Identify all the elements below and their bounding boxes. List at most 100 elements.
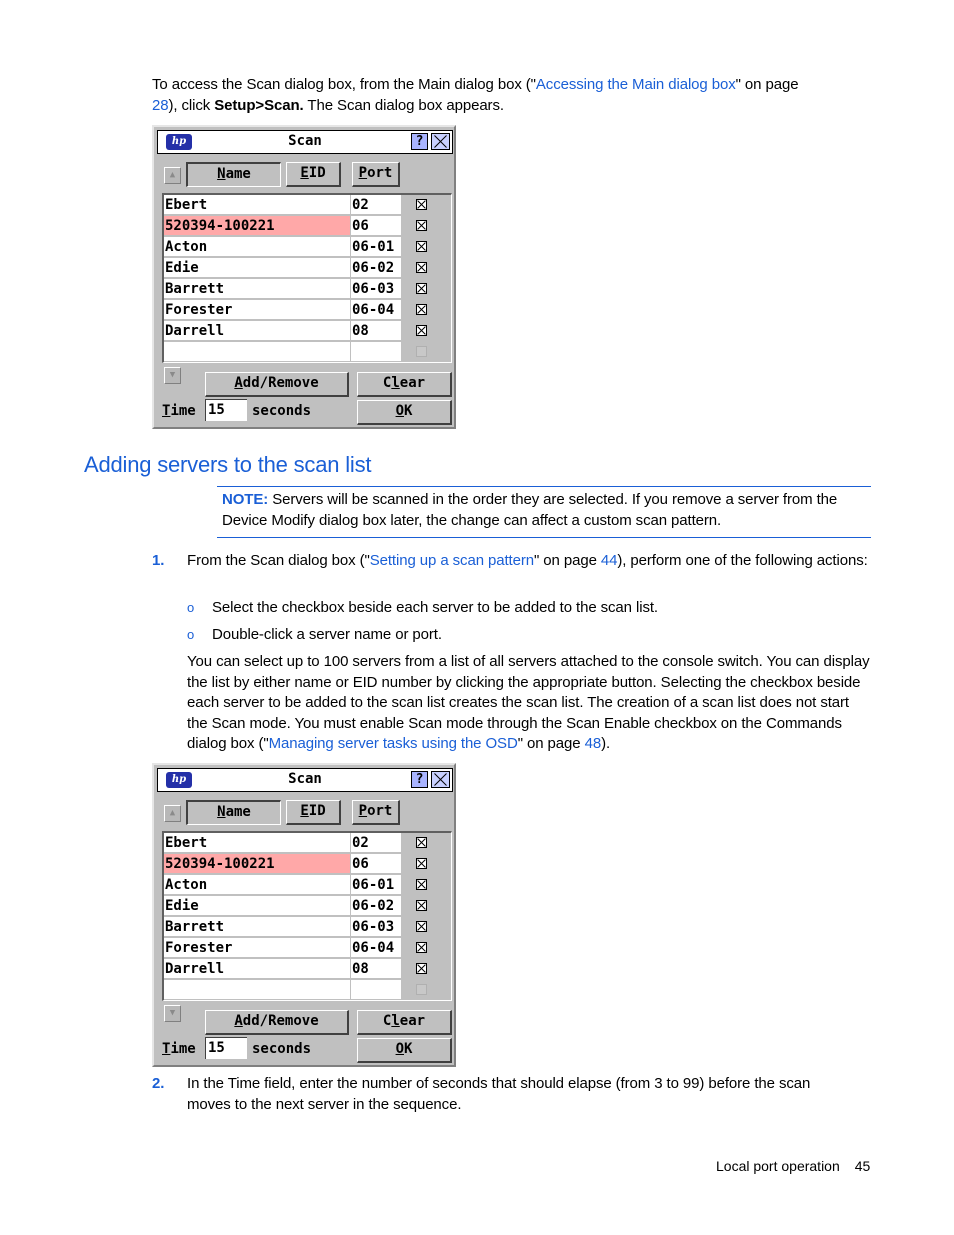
server-eid[interactable]: 06-04: [351, 938, 401, 958]
close-button[interactable]: [431, 771, 450, 788]
mnemonic: A: [234, 1013, 243, 1029]
button-label: dd/Remove: [242, 375, 319, 391]
ok-button[interactable]: OK: [357, 400, 452, 425]
server-eid[interactable]: 06-02: [351, 896, 401, 916]
sort-by-eid-button[interactable]: EID: [286, 800, 341, 825]
scroll-up-button[interactable]: ▲: [164, 805, 181, 822]
time-input[interactable]: 15: [205, 1037, 247, 1059]
server-row[interactable]: Forester 06-04: [164, 300, 451, 321]
server-eid[interactable]: [351, 342, 401, 362]
server-name[interactable]: Ebert: [164, 833, 350, 853]
server-eid[interactable]: 08: [351, 959, 401, 979]
server-eid[interactable]: 08: [351, 321, 401, 341]
server-name[interactable]: Darrell: [164, 959, 350, 979]
server-eid[interactable]: 06-01: [351, 875, 401, 895]
scroll-down-button[interactable]: ▼: [164, 367, 181, 384]
server-eid[interactable]: [351, 980, 401, 1000]
server-list[interactable]: Ebert 02 520394-100221 06 Acton 06-01 Edie 06-0…: [162, 831, 452, 1001]
scan-checkbox[interactable]: [416, 304, 427, 315]
server-row[interactable]: Acton 06-01: [164, 237, 451, 258]
server-name[interactable]: Barrett: [164, 917, 350, 937]
ok-button[interactable]: OK: [357, 1038, 452, 1063]
server-row[interactable]: 520394-100221 06: [164, 854, 451, 875]
scan-checkbox[interactable]: [416, 921, 427, 932]
scan-dialog-screenshot-1: hp Scan ? ▲ Name EID Port Ebert 02 520394-…: [152, 125, 456, 429]
scan-checkbox[interactable]: [416, 283, 427, 294]
scroll-up-button[interactable]: ▲: [164, 167, 181, 184]
step-text: " on page: [534, 552, 601, 569]
add-remove-button[interactable]: Add/Remove: [205, 1010, 349, 1035]
server-row[interactable]: Ebert 02: [164, 833, 451, 854]
server-name[interactable]: 520394-100221: [164, 854, 350, 874]
server-row[interactable]: Forester 06-04: [164, 938, 451, 959]
scan-checkbox[interactable]: [416, 837, 427, 848]
scan-checkbox[interactable]: [416, 963, 427, 974]
sort-by-port-button[interactable]: Port: [352, 800, 400, 825]
link-managing-server-tasks[interactable]: Managing server tasks using the OSD: [269, 735, 518, 752]
add-remove-button[interactable]: Add/Remove: [205, 372, 349, 397]
scan-checkbox[interactable]: [416, 220, 427, 231]
server-list[interactable]: Ebert 02 520394-100221 06 Acton 06-01 Edie 06-0…: [162, 193, 452, 363]
clear-button[interactable]: Clear: [357, 372, 452, 397]
scan-checkbox[interactable]: [416, 325, 427, 336]
sort-by-name-button[interactable]: Name: [186, 800, 281, 825]
server-name[interactable]: Forester: [164, 938, 350, 958]
server-name[interactable]: Edie: [164, 258, 350, 278]
server-name[interactable]: Forester: [164, 300, 350, 320]
step-2-number: 2.: [152, 1075, 165, 1092]
server-row[interactable]: Edie 06-02: [164, 258, 451, 279]
sort-by-port-button[interactable]: Port: [352, 162, 400, 187]
link-page-48[interactable]: 48: [585, 735, 602, 752]
server-eid[interactable]: 06-03: [351, 917, 401, 937]
server-row[interactable]: Ebert 02: [164, 195, 451, 216]
button-label: K: [404, 1041, 413, 1057]
server-row[interactable]: Barrett 06-03: [164, 917, 451, 938]
scroll-down-button[interactable]: ▼: [164, 1005, 181, 1022]
bullet-icon: o: [187, 600, 195, 615]
server-name[interactable]: Barrett: [164, 279, 350, 299]
close-button[interactable]: [431, 133, 450, 150]
server-name[interactable]: Edie: [164, 896, 350, 916]
server-row[interactable]: Edie 06-02: [164, 896, 451, 917]
label-text: ime: [170, 1041, 196, 1057]
server-eid[interactable]: 06-01: [351, 237, 401, 257]
scan-checkbox[interactable]: [416, 262, 427, 273]
server-eid[interactable]: 06-03: [351, 279, 401, 299]
server-row[interactable]: Darrell 08: [164, 321, 451, 342]
server-row[interactable]: [164, 342, 451, 363]
sort-by-name-button[interactable]: Name: [186, 162, 281, 187]
server-name[interactable]: Acton: [164, 237, 350, 257]
link-accessing-main-dialog[interactable]: Accessing the Main dialog box: [536, 76, 736, 93]
help-button[interactable]: ?: [411, 133, 428, 150]
clear-button[interactable]: Clear: [357, 1010, 452, 1035]
server-row[interactable]: Darrell 08: [164, 959, 451, 980]
server-row[interactable]: Acton 06-01: [164, 875, 451, 896]
server-name[interactable]: [164, 980, 350, 1000]
link-page-28[interactable]: 28: [152, 97, 169, 114]
time-input[interactable]: 15: [205, 399, 247, 421]
server-eid[interactable]: 06: [351, 216, 401, 236]
server-eid[interactable]: 02: [351, 833, 401, 853]
server-eid[interactable]: 06: [351, 854, 401, 874]
scan-checkbox[interactable]: [416, 241, 427, 252]
scan-checkbox[interactable]: [416, 858, 427, 869]
server-name[interactable]: 520394-100221: [164, 216, 350, 236]
server-name[interactable]: Darrell: [164, 321, 350, 341]
server-eid[interactable]: 06-02: [351, 258, 401, 278]
server-eid[interactable]: 02: [351, 195, 401, 215]
scan-checkbox[interactable]: [416, 900, 427, 911]
server-row[interactable]: Barrett 06-03: [164, 279, 451, 300]
sort-by-eid-button[interactable]: EID: [286, 162, 341, 187]
help-button[interactable]: ?: [411, 771, 428, 788]
server-name[interactable]: Ebert: [164, 195, 350, 215]
server-name[interactable]: [164, 342, 350, 362]
link-setting-up-scan-pattern[interactable]: Setting up a scan pattern: [370, 552, 534, 569]
scan-checkbox[interactable]: [416, 942, 427, 953]
link-page-44[interactable]: 44: [601, 552, 618, 569]
scan-checkbox[interactable]: [416, 199, 427, 210]
server-row[interactable]: [164, 980, 451, 1001]
scan-checkbox[interactable]: [416, 879, 427, 890]
server-row[interactable]: 520394-100221 06: [164, 216, 451, 237]
server-name[interactable]: Acton: [164, 875, 350, 895]
server-eid[interactable]: 06-04: [351, 300, 401, 320]
